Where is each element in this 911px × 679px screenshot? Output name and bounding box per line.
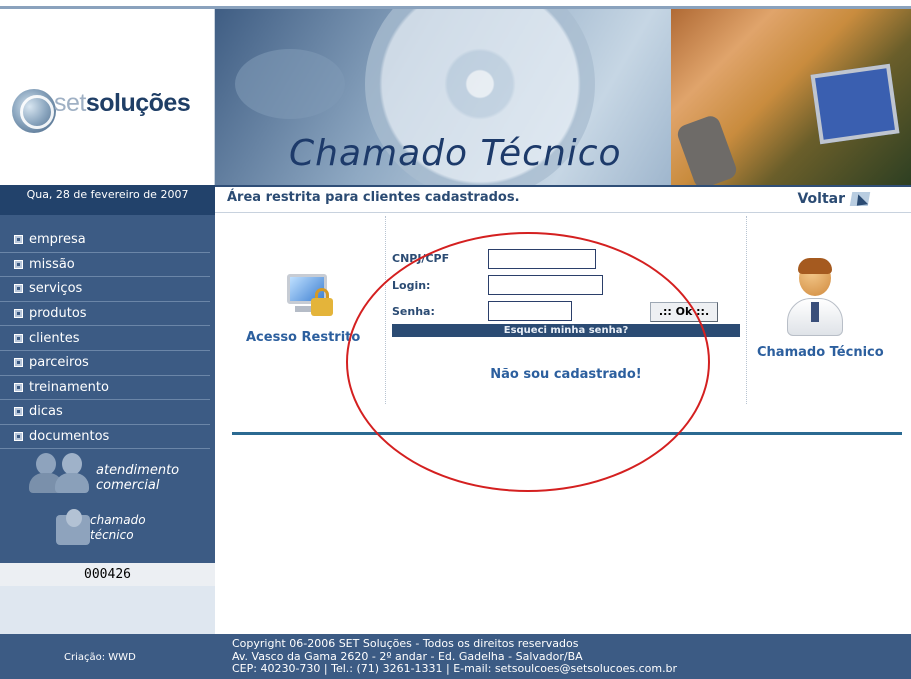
login-field[interactable] [488,275,603,295]
sidebar-item-label: missão [29,256,75,272]
atendimento-comercial-label: atendimento comercial [96,463,179,493]
chamado-tecnico-link[interactable]: chamado técnico [54,505,194,555]
atendimento-line1: atendimento [96,463,180,478]
footer-contact: CEP: 40230-730 | Tel.: (71) 3261-1331 | … [232,662,678,675]
bullet-icon [14,407,23,417]
monitor-image [810,63,900,145]
chamado-line2: técnico [90,528,134,542]
back-arrow-icon [849,190,871,208]
right-divider [746,216,747,404]
footer-copyright: Copyright 06-2006 SET Soluções - Todos o… [232,637,579,650]
top-border [0,0,911,9]
people-icon [28,453,92,495]
red-annotation-circle [346,232,710,492]
header-banner: Chamado Técnico [215,9,911,185]
sidebar-item-servicos[interactable]: serviços [0,277,210,302]
sidebar-item-produtos[interactable]: produtos [0,302,210,327]
login-label: Login: [392,279,431,292]
bullet-icon [14,382,23,392]
sidebar-item-label: clientes [29,330,80,346]
sidebar-item-treinamento[interactable]: treinamento [0,376,210,401]
voltar-button[interactable]: Voltar [797,190,871,208]
sidebar-item-documentos[interactable]: documentos [0,425,210,450]
sidebar-item-label: produtos [29,306,87,322]
acesso-restrito-label: Acesso Restrito [246,330,361,345]
restricted-area-text: Área restrita para clientes cadastrados. [227,190,520,205]
sidebar-item-label: parceiros [29,355,89,371]
sidebar-item-label: dicas [29,404,63,420]
support-icon [54,509,94,551]
sidebar-item-clientes[interactable]: clientes [0,326,210,351]
sidebar-item-label: treinamento [29,379,109,395]
sidebar-item-label: documentos [29,429,110,445]
cnpj-field[interactable] [488,249,596,269]
forgot-password-link[interactable]: Esqueci minha senha? [392,324,740,337]
logo: setsoluções [54,89,191,118]
sidebar-item-empresa[interactable]: empresa [0,228,210,253]
atendimento-line2: comercial [96,478,160,493]
subheader: Área restrita para clientes cadastrados.… [215,187,911,213]
password-field[interactable] [488,301,572,321]
not-registered-link[interactable]: Não sou cadastrado! [392,367,740,382]
chamado-line1: chamado [90,513,146,527]
bullet-icon [14,235,23,245]
bullet-icon [14,333,23,343]
lock-computer-icon [281,272,343,326]
sidebar-item-label: serviços [29,281,83,297]
sidebar-item-missao[interactable]: missão [0,253,210,278]
sidebar-filler [0,586,215,634]
bullet-icon [14,284,23,294]
content-divider [232,432,902,435]
banner-title: Chamado Técnico [289,133,622,174]
logo-icon [12,89,56,133]
bullet-icon [14,432,23,442]
footer: Criação: WWD Copyright 06-2006 SET Soluç… [0,634,911,679]
logo-area[interactable]: setsoluções [0,9,215,185]
footer-text: Copyright 06-2006 SET Soluções - Todos o… [232,637,678,676]
logo-solucoes-text: soluções [85,89,191,117]
bullet-icon [14,358,23,368]
sidebar-item-dicas[interactable]: dicas [0,400,210,425]
atendimento-comercial-link[interactable]: atendimento comercial [28,449,208,497]
logo-set-text: set [54,89,86,117]
left-divider [385,216,386,404]
chamado-tecnico-label: Chamado Técnico [757,345,884,360]
footer-credit: Criação: WWD [64,652,136,663]
sidebar-item-label: empresa [29,232,86,248]
ok-button[interactable]: .:: Ok ::. [650,302,718,322]
voltar-label: Voltar [797,191,845,207]
mouse-image [235,49,345,119]
chamado-tecnico-sidebar-label: chamado técnico [90,513,146,543]
current-date: Qua, 28 de fevereiro de 2007 [0,185,215,215]
technician-icon [785,258,845,338]
cnpj-label: CNPJ/CPF [392,252,450,265]
bullet-icon [14,309,23,319]
visit-counter: 000426 [0,563,215,586]
senha-label: Senha: [392,305,435,318]
bullet-icon [14,259,23,269]
sidebar-item-parceiros[interactable]: parceiros [0,351,210,376]
